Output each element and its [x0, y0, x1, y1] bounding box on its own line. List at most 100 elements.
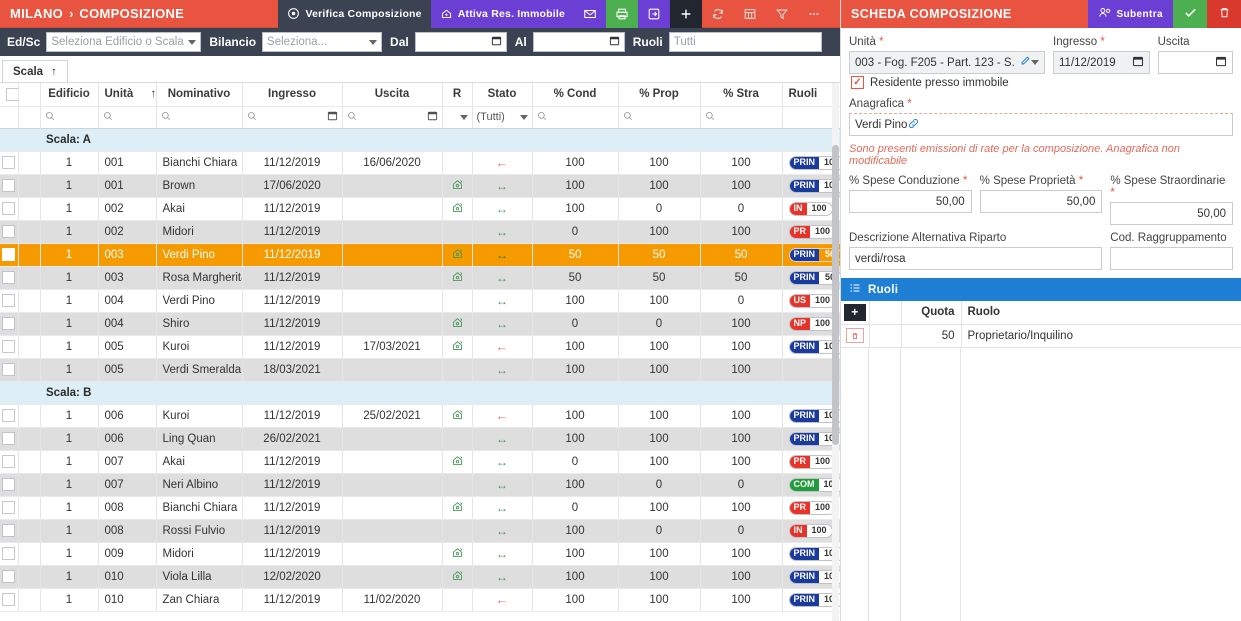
filter-cond[interactable]: [532, 106, 619, 129]
ruoli-add-button[interactable]: +: [843, 303, 866, 321]
table-row[interactable]: 1007Neri Albino11/12/2019↔10000COM100: [0, 473, 840, 497]
sort-asc-icon[interactable]: ↑: [150, 88, 155, 100]
scrollbar-thumb[interactable]: [832, 145, 839, 445]
more-options-button[interactable]: [798, 0, 830, 28]
table-row[interactable]: 1 003 Rosa Margherita 11/12/2019 ↔ 50 50 50 PRIN…: [0, 266, 840, 290]
ruoli-delete-cell[interactable]: [841, 324, 870, 348]
col-header-edificio[interactable]: Edificio: [40, 83, 99, 107]
row-select-cell[interactable]: [0, 588, 19, 612]
table-row[interactable]: 1 008 Bianchi Chiara 11/12/2019 ↔ 0 100 100 PR 10…: [0, 496, 840, 520]
edsc-select[interactable]: Seleziona Edificio o Scala: [46, 32, 202, 52]
row-select-cell[interactable]: [0, 312, 19, 336]
col-header-r[interactable]: R: [442, 83, 473, 107]
row-select-cell[interactable]: [0, 496, 19, 520]
refresh-button[interactable]: [702, 0, 734, 28]
row-select-cell[interactable]: [0, 289, 19, 313]
link-icon[interactable]: [907, 117, 920, 133]
bilancio-select[interactable]: Seleziona...: [262, 32, 383, 52]
print-button[interactable]: [606, 0, 638, 28]
calendar-icon[interactable]: [427, 110, 438, 124]
row-checkbox[interactable]: [2, 156, 16, 169]
sort-asc-icon[interactable]: ↑: [51, 66, 57, 78]
filter-stato[interactable]: (Tutti): [472, 106, 533, 129]
table-row[interactable]: 1 008 Rossi Fulvio 11/12/2019 ↔ 100 0 0 IN 100: [0, 519, 840, 543]
calendar-icon[interactable]: [1215, 55, 1227, 70]
row-select-cell[interactable]: [0, 335, 19, 359]
unita-select[interactable]: 003 - Fog. F205 - Part. 123 - S...: [849, 51, 1045, 74]
filter-uscita[interactable]: [342, 106, 443, 129]
calendar-icon[interactable]: [1132, 55, 1144, 70]
row-checkbox[interactable]: [2, 432, 16, 445]
filter-edificio[interactable]: [40, 106, 99, 129]
ingresso-date-input[interactable]: 11/12/2019: [1053, 51, 1150, 74]
row-select-cell[interactable]: [0, 542, 19, 566]
row-checkbox[interactable]: [2, 524, 16, 537]
mail-button[interactable]: [574, 0, 606, 28]
row-select-cell[interactable]: [0, 266, 19, 290]
calendar-icon[interactable]: [327, 110, 338, 124]
filter-nominativo[interactable]: [156, 106, 243, 129]
row-select-cell[interactable]: [0, 473, 19, 497]
table-row[interactable]: 1 010 Zan Chiara 11/12/2019 11/02/2020 ← 100 10…: [0, 588, 840, 612]
cod-input[interactable]: [1110, 247, 1233, 270]
verifica-composizione-button[interactable]: Verifica Composizione: [278, 0, 431, 28]
table-row[interactable]: 1001Brown17/06/2020↔100100100PRIN100: [0, 174, 840, 198]
table-row[interactable]: 1 005 Kuroi 11/12/2019 17/03/2021 ← 100 100 100 P…: [0, 335, 840, 359]
filter-ingresso[interactable]: [242, 106, 343, 129]
dal-date-input[interactable]: [414, 32, 507, 52]
filter-prop[interactable]: [618, 106, 701, 129]
row-checkbox[interactable]: [2, 202, 16, 215]
row-checkbox[interactable]: [2, 363, 16, 376]
table-row[interactable]: 1 005 Verdi Smeralda 18/03/2021 ↔ 100 100 100: [0, 358, 840, 382]
table-row[interactable]: 1 001 Bianchi Chiara 11/12/2019 16/06/2020 ← 1…: [0, 151, 840, 175]
calendar-icon[interactable]: [609, 35, 620, 49]
row-checkbox[interactable]: [2, 501, 16, 514]
row-checkbox[interactable]: [2, 248, 16, 261]
stra-input[interactable]: 50,00: [1110, 202, 1234, 225]
add-button[interactable]: [670, 0, 702, 28]
table-row[interactable]: 1009Midori11/12/2019↔100100100PRIN100: [0, 542, 840, 566]
table-row[interactable]: 1010Viola Lilla12/02/2020↔100100100PRIN1…: [0, 565, 840, 589]
row-select-cell[interactable]: [0, 243, 19, 267]
row-checkbox[interactable]: [2, 409, 16, 422]
ruoli-delete-button[interactable]: [845, 328, 864, 343]
row-select-cell[interactable]: [0, 565, 19, 589]
table-row[interactable]: 1 002 Midori 11/12/2019 ↔ 0 100 100 PR 100: [0, 220, 840, 244]
row-checkbox[interactable]: [2, 455, 16, 468]
row-checkbox[interactable]: [2, 294, 16, 307]
ruoli-row[interactable]: 50 Proprietario/Inquilino: [841, 324, 1241, 348]
table-row[interactable]: 1 002 Akai 11/12/2019 ↔ 100 0 0 IN 100: [0, 197, 840, 221]
row-select-cell[interactable]: [0, 404, 19, 428]
confirm-button[interactable]: [1173, 0, 1207, 28]
row-select-cell[interactable]: [0, 220, 19, 244]
edit-pencil-icon[interactable]: [1019, 55, 1031, 70]
composizione-grid[interactable]: Edificio Unità ↑ Nominativo Ingresso Usc…: [0, 83, 840, 621]
select-all-checkbox[interactable]: [6, 87, 17, 101]
residente-checkbox[interactable]: ✓: [851, 76, 864, 89]
breadcrumb-root[interactable]: MILANO: [10, 6, 63, 21]
calendar-icon[interactable]: [491, 35, 502, 49]
row-select-cell[interactable]: [0, 427, 19, 451]
row-select-cell[interactable]: [0, 450, 19, 474]
col-header-stra[interactable]: % Stra: [700, 83, 783, 107]
table-row[interactable]: 1 004 Shiro 11/12/2019 ↔ 0 0 100 NP 100: [0, 312, 840, 336]
filter-stra[interactable]: [700, 106, 783, 129]
prop-input[interactable]: 50,00: [979, 190, 1103, 213]
row-checkbox[interactable]: [2, 271, 16, 284]
row-checkbox[interactable]: [2, 478, 16, 491]
export-button[interactable]: [638, 0, 670, 28]
col-header-uscita[interactable]: Uscita: [342, 83, 443, 107]
row-select-cell[interactable]: [0, 151, 19, 175]
table-columns-button[interactable]: [734, 0, 766, 28]
filter-unita[interactable]: [98, 106, 157, 129]
row-checkbox[interactable]: [2, 593, 16, 606]
table-row[interactable]: 1006Ling Quan26/02/2021↔100100100PRIN100: [0, 427, 840, 451]
row-select-cell[interactable]: [0, 358, 19, 382]
table-row[interactable]: 1 006 Kuroi 11/12/2019 25/02/2021 ← 100 100 100 P…: [0, 404, 840, 428]
col-header-ingresso[interactable]: Ingresso: [242, 83, 343, 107]
row-select-cell[interactable]: [0, 174, 19, 198]
ruoli-add-cell[interactable]: +: [841, 301, 870, 325]
attiva-res-immobile-button[interactable]: Attiva Res. Immobile: [430, 0, 574, 28]
row-checkbox[interactable]: [2, 570, 16, 583]
table-row[interactable]: 1 004 Verdi Pino 11/12/2019 ↔ 100 100 0 US 100: [0, 289, 840, 313]
